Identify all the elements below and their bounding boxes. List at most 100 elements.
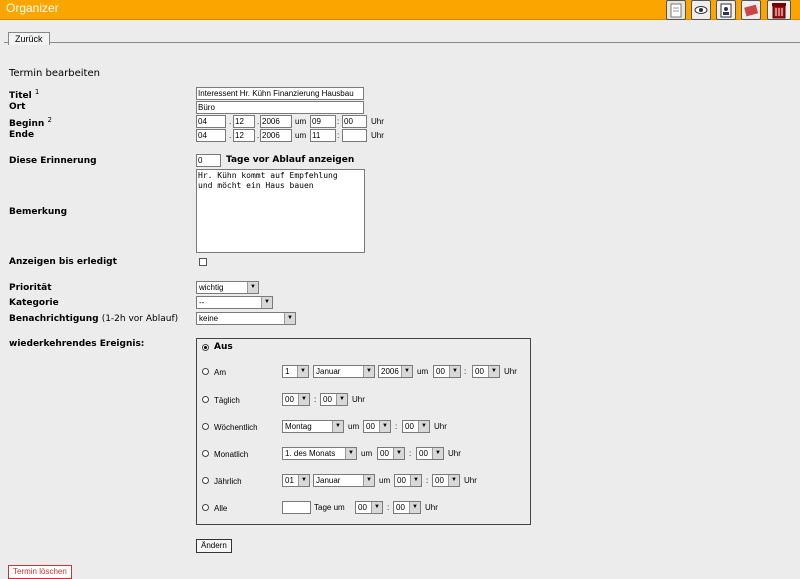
woechentlich-minute-select[interactable]: 00 ▼: [402, 420, 430, 433]
beginn-year-input[interactable]: 2006: [260, 115, 292, 128]
aendern-button[interactable]: Ändern: [196, 539, 232, 553]
taeglich-minute-select[interactable]: 00 ▼: [320, 393, 348, 406]
beginn-day-input[interactable]: 04: [196, 115, 226, 128]
jaehrlich-day-value: 01: [285, 476, 294, 485]
jaehrlich-month-select[interactable]: Januar ▼: [313, 474, 375, 487]
app-title: Organizer: [6, 1, 59, 15]
chevron-down-icon: ▼: [332, 421, 343, 432]
alle-hour-value: 00: [358, 503, 367, 512]
alle-suffix: Tage um: [314, 503, 345, 512]
erinnerung-input[interactable]: 0: [196, 154, 221, 167]
radio-taeglich[interactable]: [202, 396, 209, 403]
jaehrlich-hour-value: 00: [397, 476, 406, 485]
um-text: um: [417, 367, 429, 376]
chevron-down-icon: ▼: [393, 448, 404, 459]
um-text: um: [348, 422, 360, 431]
am-hour-select[interactable]: 00 ▼: [433, 365, 461, 378]
chevron-down-icon: ▼: [418, 421, 429, 432]
um-text: um: [295, 131, 307, 140]
colon-sep: :: [464, 367, 467, 376]
monatlich-minute-select[interactable]: 00 ▼: [416, 447, 444, 460]
page-title: Termin bearbeiten: [9, 68, 100, 79]
benachrichtigung-note: (1-2h vor Ablauf): [101, 314, 179, 324]
anzeigen-checkbox[interactable]: [199, 258, 207, 266]
alle-minute-value: 00: [396, 503, 405, 512]
am-year-select[interactable]: 2006 ▼: [378, 365, 413, 378]
beginn-month-input[interactable]: 12: [233, 115, 255, 128]
prioritaet-select[interactable]: wichtig ▼: [196, 281, 259, 294]
jaehrlich-hour-select[interactable]: 00 ▼: [394, 474, 422, 487]
chevron-down-icon: ▼: [298, 475, 309, 486]
anzeigen-label: Anzeigen bis erledigt: [9, 257, 117, 267]
monatlich-hour-select[interactable]: 00 ▼: [377, 447, 405, 460]
am-minute-select[interactable]: 00 ▼: [472, 365, 500, 378]
alle-label: Alle: [214, 504, 228, 513]
kategorie-value: --: [199, 298, 205, 307]
notepad-icon[interactable]: [666, 0, 686, 20]
ende-month-input[interactable]: 12: [233, 129, 255, 142]
tools-icon[interactable]: [741, 0, 761, 20]
um-text: um: [295, 117, 307, 126]
chevron-down-icon: ▼: [379, 421, 390, 432]
dot-sep: .: [257, 117, 260, 126]
contacts-icon[interactable]: [716, 0, 736, 20]
titel-input[interactable]: Interessent Hr. Kühn Finanzierung Hausba…: [196, 87, 364, 100]
am-day-select[interactable]: 1 ▼: [282, 365, 309, 378]
bemerkung-label: Bemerkung: [9, 207, 68, 217]
chevron-down-icon: ▼: [371, 502, 382, 513]
am-month-select[interactable]: Januar ▼: [313, 365, 375, 378]
woechentlich-weekday-value: Montag: [285, 422, 312, 431]
bemerkung-textarea[interactable]: Hr. Kühn kommt auf Empfehlung und möcht …: [196, 169, 365, 253]
eye-icon[interactable]: [691, 0, 711, 20]
chevron-down-icon: ▼: [409, 502, 420, 513]
colon-sep: :: [409, 449, 412, 458]
radio-aus[interactable]: [202, 344, 209, 351]
dot-sep: .: [257, 131, 260, 140]
delete-appointment-button[interactable]: Termin löschen: [8, 565, 72, 579]
ende-hour-input[interactable]: 11: [310, 129, 336, 142]
woechentlich-hour-value: 00: [366, 422, 375, 431]
am-label: Am: [214, 368, 226, 377]
back-tab[interactable]: Zurück: [8, 32, 50, 45]
radio-am[interactable]: [202, 368, 209, 375]
monatlich-day-select[interactable]: 1. des Monats ▼: [282, 447, 357, 460]
beginn-minute-input[interactable]: 00: [342, 115, 367, 128]
radio-monatlich[interactable]: [202, 450, 209, 457]
ort-input[interactable]: Büro: [196, 101, 364, 114]
chevron-down-icon: ▼: [449, 366, 460, 377]
prioritaet-label: Priorität: [9, 283, 52, 293]
radio-woechentlich[interactable]: [202, 423, 209, 430]
chevron-down-icon: ▼: [401, 366, 412, 377]
uhr-text: Uhr: [352, 395, 365, 404]
colon-sep: :: [314, 395, 317, 404]
beginn-hour-input[interactable]: 09: [310, 115, 336, 128]
taeglich-hour-select[interactable]: 00 ▼: [282, 393, 310, 406]
alle-days-input[interactable]: [282, 501, 311, 514]
benachrichtigung-select[interactable]: keine ▼: [196, 312, 296, 325]
alle-minute-select[interactable]: 00 ▼: [393, 501, 421, 514]
radio-alle[interactable]: [202, 504, 209, 511]
trash-icon[interactable]: [767, 0, 791, 20]
chevron-down-icon: ▼: [448, 475, 459, 486]
radio-jaehrlich[interactable]: [202, 477, 209, 484]
woechentlich-weekday-select[interactable]: Montag ▼: [282, 420, 344, 433]
jaehrlich-minute-select[interactable]: 00 ▼: [432, 474, 460, 487]
chevron-down-icon: ▼: [410, 475, 421, 486]
colon-sep: :: [337, 131, 340, 140]
tab-divider: [4, 42, 800, 43]
woechentlich-label: Wöchentlich: [214, 423, 258, 432]
ende-day-input[interactable]: 04: [196, 129, 226, 142]
kategorie-label: Kategorie: [9, 298, 59, 308]
am-year-value: 2006: [381, 367, 399, 376]
kategorie-select[interactable]: -- ▼: [196, 296, 273, 309]
ende-minute-input[interactable]: [342, 129, 367, 142]
ende-year-input[interactable]: 2006: [260, 129, 292, 142]
jaehrlich-day-select[interactable]: 01 ▼: [282, 474, 310, 487]
beginn-label: Beginn 2: [9, 116, 52, 129]
aus-label: Aus: [214, 342, 233, 352]
alle-hour-select[interactable]: 00 ▼: [355, 501, 383, 514]
benachrichtigung-label-text: Benachrichtigung: [9, 314, 99, 324]
chevron-down-icon: ▼: [297, 366, 308, 377]
uhr-text: Uhr: [371, 117, 384, 126]
woechentlich-hour-select[interactable]: 00 ▼: [363, 420, 391, 433]
